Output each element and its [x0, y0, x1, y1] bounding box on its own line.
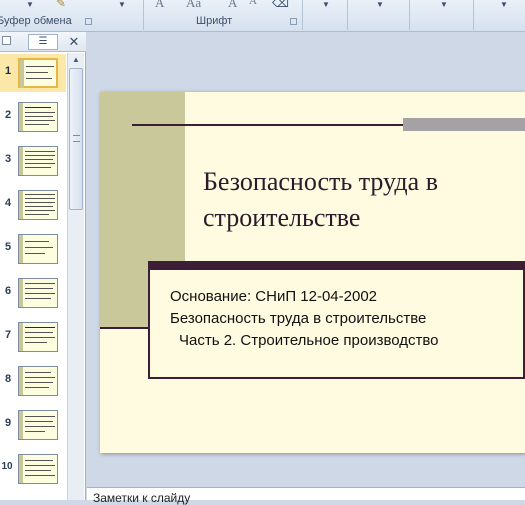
slide-preview — [18, 454, 58, 484]
ribbon: ▼ ✎ ▼ A Aa A A ⌫ ▼ ▼ ▼ ▼ Буфер обмена Шр… — [0, 0, 525, 32]
grip-icon — [73, 135, 80, 142]
scroll-up-icon[interactable]: ▲ — [68, 53, 84, 67]
slide-preview — [18, 234, 58, 264]
slide-dropdown-icon[interactable]: ▼ — [118, 0, 126, 9]
shrink-font-button[interactable]: A — [249, 0, 257, 7]
format-painter-icon[interactable]: ✎ — [56, 0, 66, 10]
slide-thumbnail[interactable]: 5 — [0, 230, 66, 268]
body-line-1: Основание: СНиП 12-04-2002 — [170, 288, 377, 305]
clear-formatting-icon[interactable]: ⌫ — [272, 0, 289, 10]
font-launcher-icon[interactable] — [290, 18, 297, 25]
ribbon-separator — [473, 0, 474, 30]
slide-thumbnail[interactable]: 8 — [0, 362, 66, 400]
scrollbar-thumb[interactable] — [69, 68, 83, 210]
notes-placeholder: Заметки к слайду — [93, 491, 191, 505]
slide-number: 5 — [4, 241, 12, 253]
arrange-dropdown-icon[interactable]: ▼ — [376, 0, 384, 9]
ribbon-separator — [409, 0, 410, 30]
current-slide[interactable]: Безопасность труда в строительстве Основ… — [100, 92, 525, 453]
slide-thumbnail[interactable]: 1 — [0, 54, 66, 92]
title-line-2: строительстве — [203, 203, 361, 232]
quick-styles-dropdown-icon[interactable]: ▼ — [440, 0, 448, 9]
panel-header: ☰ ✕ — [0, 32, 86, 52]
slide-thumbnail[interactable]: 10 — [0, 450, 66, 488]
slide-title[interactable]: Безопасность труда в строительстве — [203, 164, 523, 236]
slide-preview — [18, 190, 58, 220]
body-line-3: Часть 2. Строительное производство — [179, 332, 439, 349]
title-line-1: Безопасность труда в — [203, 167, 438, 196]
slides-panel: ☰ ✕ 1 2 3 4 5 6 7 8 9 10 ▲ — [0, 32, 86, 500]
slide-number: 6 — [4, 285, 12, 297]
slide-thumbnail[interactable]: 6 — [0, 274, 66, 312]
slide-preview — [18, 366, 58, 396]
outline-tab[interactable]: ☰ — [28, 34, 58, 50]
panel-scrollbar[interactable]: ▲ — [67, 53, 84, 500]
slide-number: 9 — [4, 417, 12, 429]
slide-thumbnail[interactable]: 7 — [0, 318, 66, 356]
slide-preview — [18, 102, 58, 132]
subtitle-textbox[interactable]: Основание: СНиП 12-04-2002 Безопасность … — [148, 261, 525, 379]
slide-thumbnail[interactable]: 9 — [0, 406, 66, 444]
slide-number: 10 — [1, 461, 13, 472]
slide-number: 7 — [4, 329, 12, 341]
font-group-label: Шрифт — [196, 15, 233, 27]
shapes-dropdown-icon[interactable]: ▼ — [322, 0, 330, 9]
slide-preview — [18, 146, 58, 176]
slide-editor: Безопасность труда в строительстве Основ… — [87, 32, 525, 487]
gray-accent-bar — [403, 118, 525, 131]
clipboard-group-label: Буфер обмена — [0, 15, 72, 27]
slide-number: 1 — [4, 65, 12, 77]
slide-number: 4 — [4, 197, 12, 209]
close-icon[interactable]: ✕ — [66, 34, 82, 50]
slides-tab[interactable] — [2, 36, 11, 45]
slide-number: 2 — [4, 109, 12, 121]
ribbon-separator — [347, 0, 348, 30]
notes-pane[interactable]: Заметки к слайду — [87, 487, 525, 505]
slide-thumbnail[interactable]: 2 — [0, 98, 66, 136]
clipboard-launcher-icon[interactable] — [85, 18, 92, 25]
slide-number: 3 — [4, 153, 12, 165]
change-case-button[interactable]: Aa — [186, 0, 201, 11]
slide-preview — [18, 278, 58, 308]
paste-dropdown-icon[interactable]: ▼ — [26, 0, 34, 9]
body-line-2: Безопасность труда в строительстве — [170, 310, 427, 327]
slide-thumbnail[interactable]: 3 — [0, 142, 66, 180]
font-size-up-button[interactable]: A — [155, 0, 164, 11]
slide-number: 8 — [4, 373, 12, 385]
ribbon-separator — [302, 0, 303, 30]
slide-preview — [18, 322, 58, 352]
slide-thumbnail[interactable]: 4 — [0, 186, 66, 224]
ribbon-separator — [143, 0, 144, 30]
grow-font-button[interactable]: A — [228, 0, 237, 11]
slide-preview — [18, 58, 58, 88]
slide-preview — [18, 410, 58, 440]
editing-dropdown-icon[interactable]: ▼ — [500, 0, 508, 9]
